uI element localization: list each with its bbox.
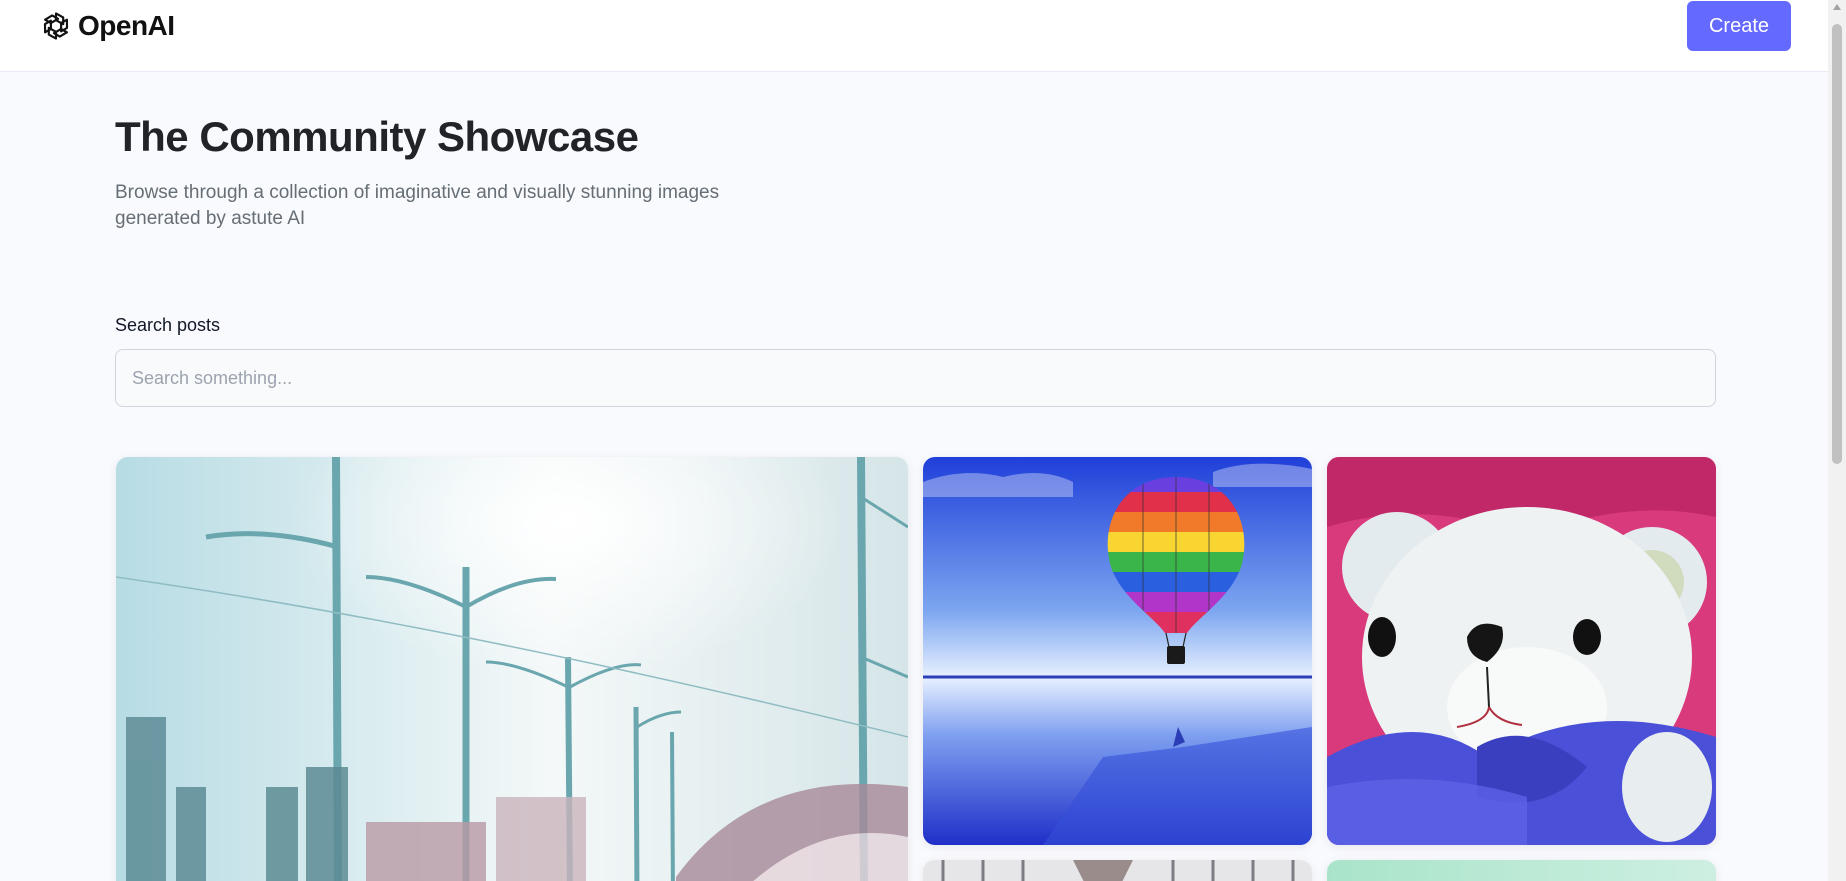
create-button[interactable]: Create <box>1687 1 1791 51</box>
logo-text: OpenAI <box>78 10 175 41</box>
top-navbar: OpenAI Create <box>0 0 1828 72</box>
openai-logo[interactable]: OpenAI <box>38 8 175 44</box>
gallery-card-city[interactable] <box>116 457 908 881</box>
gallery-card-balcony[interactable] <box>923 860 1312 881</box>
scroll-up-arrow-icon[interactable] <box>1833 4 1841 10</box>
page-title: The Community Showcase <box>115 113 639 160</box>
page-scrollbar[interactable] <box>1828 0 1846 881</box>
hot-air-balloon-image <box>923 457 1312 845</box>
openai-logo-icon <box>43 12 69 40</box>
search-label: Search posts <box>115 315 221 335</box>
gallery-card-teddy-bear[interactable] <box>1327 457 1716 845</box>
mint-gradient-image <box>1327 860 1716 881</box>
teddy-bear-image <box>1327 457 1716 845</box>
city-street-image <box>116 457 908 881</box>
balcony-image <box>923 860 1312 881</box>
gallery-card-mint[interactable] <box>1327 860 1716 881</box>
scrollbar-thumb[interactable] <box>1832 24 1842 464</box>
gallery-card-balloon[interactable] <box>923 457 1312 845</box>
search-input[interactable] <box>115 349 1716 407</box>
page-subtitle: Browse through a collection of imaginati… <box>115 182 720 229</box>
